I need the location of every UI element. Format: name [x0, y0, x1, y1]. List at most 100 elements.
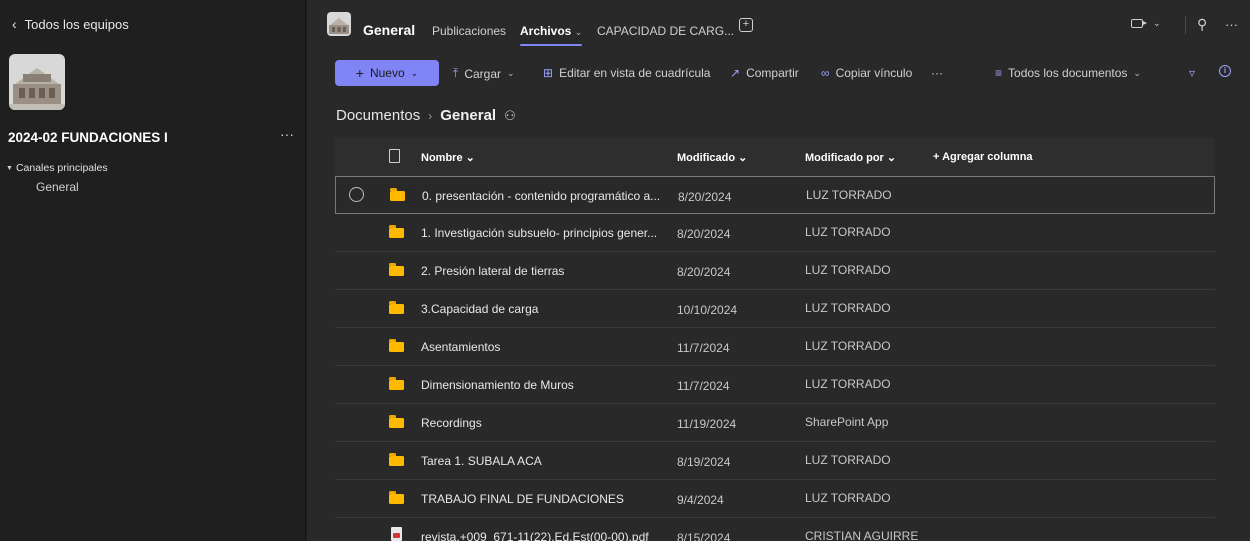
- breadcrumb: Documentos › General ⚇: [336, 107, 516, 124]
- back-label: Todos los equipos: [24, 16, 129, 32]
- table-row[interactable]: revista,+009_671-11(22).Ed.Est(00-00).pd…: [335, 518, 1215, 541]
- modified-by[interactable]: SharePoint App: [805, 415, 888, 429]
- modified-date: 8/20/2024: [678, 190, 732, 204]
- edit-grid-view-button[interactable]: ⊞ Editar en vista de cuadrícula: [543, 66, 710, 80]
- chevron-down-icon: ⌄: [574, 27, 583, 37]
- breadcrumb-root[interactable]: Documentos: [336, 107, 420, 124]
- file-name[interactable]: 3.Capacidad de carga: [421, 302, 666, 316]
- info-icon[interactable]: i: [1219, 65, 1231, 77]
- breadcrumb-current: General: [440, 107, 497, 124]
- share-button[interactable]: ↗ Compartir: [730, 66, 799, 80]
- teams-window: ‹ Todos los equipos 2024-02 FUNDACIONES …: [0, 0, 1250, 541]
- modified-by[interactable]: LUZ TORRADO: [805, 491, 891, 505]
- modified-date: 11/7/2024: [677, 341, 730, 355]
- table-row[interactable]: Asentamientos 11/7/2024 LUZ TORRADO: [335, 328, 1215, 366]
- modified-date: 9/4/2024: [677, 493, 724, 507]
- file-name[interactable]: Recordings: [421, 416, 666, 430]
- list-icon: ≡: [995, 66, 1003, 80]
- file-name[interactable]: 2. Presión lateral de tierras: [421, 264, 666, 278]
- pdf-file-icon: [391, 527, 402, 541]
- main-content: General Publicaciones Archivos ⌄ CAPACID…: [307, 0, 1250, 541]
- new-button-label: Nuevo: [369, 66, 405, 80]
- sidebar-item-general[interactable]: General: [36, 180, 79, 194]
- table-row[interactable]: TRABAJO FINAL DE FUNDACIONES 9/4/2024 LUZ …: [335, 480, 1215, 518]
- modified-by[interactable]: LUZ TORRADO: [805, 339, 891, 353]
- tab-capacidad-de-carga[interactable]: CAPACIDAD DE CARG...: [597, 24, 734, 38]
- modified-by[interactable]: LUZ TORRADO: [805, 453, 891, 467]
- add-column-button[interactable]: + Agregar columna: [933, 151, 1033, 163]
- file-name[interactable]: Dimensionamiento de Muros: [421, 378, 666, 392]
- table-row[interactable]: Dimensionamiento de Muros 11/7/2024 LUZ TO…: [335, 366, 1215, 404]
- table-row[interactable]: Recordings 11/19/2024 SharePoint App: [335, 404, 1215, 442]
- chevron-down-icon: ⌄: [507, 68, 515, 78]
- row-select-radio[interactable]: [349, 187, 364, 202]
- channel-title: General: [363, 22, 416, 38]
- chevron-down-icon: ⌄: [1133, 67, 1141, 78]
- view-selector[interactable]: ≡ Todos los documentos ⌄: [995, 66, 1141, 80]
- file-name[interactable]: 0. presentación - contenido programático…: [422, 189, 667, 203]
- table-row[interactable]: 2. Presión lateral de tierras 8/20/2024 LU…: [335, 252, 1215, 290]
- file-name[interactable]: Asentamientos: [421, 340, 666, 354]
- modified-date: 11/19/2024: [677, 417, 737, 431]
- video-camera-icon: [1131, 19, 1147, 28]
- team-more-options-button[interactable]: ···: [280, 126, 294, 142]
- modified-by[interactable]: LUZ TORRADO: [805, 377, 891, 391]
- table-row[interactable]: Tarea 1. SUBALA ACA 8/19/2024 LUZ TORRADO: [335, 442, 1215, 480]
- folder-icon: [389, 453, 404, 466]
- upload-icon: ⤒: [453, 66, 459, 80]
- modified-date: 10/10/2024: [677, 303, 738, 317]
- link-icon: ∞: [821, 66, 830, 80]
- share-icon: ↗: [730, 66, 741, 80]
- column-header-modified-by[interactable]: Modificado por ⌄: [805, 151, 896, 164]
- modified-by[interactable]: LUZ TORRADO: [805, 263, 891, 277]
- modified-by[interactable]: CRISTIAN AGUIRRE: [805, 529, 918, 541]
- folder-icon: [390, 188, 405, 201]
- table-header: Nombre ⌄ Modificado ⌄ Modificado por ⌄ +…: [335, 138, 1215, 176]
- upload-button[interactable]: ⤒ Cargar ⌄: [453, 66, 515, 81]
- tab-publicaciones[interactable]: Publicaciones: [432, 24, 506, 38]
- table-row[interactable]: 1. Investigación subsuelo- principios ge…: [335, 214, 1215, 252]
- modified-date: 8/19/2024: [677, 455, 731, 469]
- filter-icon[interactable]: ▿: [1189, 66, 1195, 80]
- modified-by[interactable]: LUZ TORRADO: [806, 188, 892, 202]
- file-name[interactable]: 1. Investigación subsuelo- principios ge…: [421, 226, 666, 240]
- modified-by[interactable]: LUZ TORRADO: [805, 301, 891, 315]
- modified-date: 8/20/2024: [677, 227, 731, 241]
- channels-header-label: Canales principales: [15, 162, 108, 174]
- caret-down-icon: ▼: [6, 164, 13, 172]
- file-name[interactable]: TRABAJO FINAL DE FUNDACIONES: [421, 492, 666, 506]
- chevron-right-icon: ›: [428, 108, 433, 123]
- modified-by[interactable]: LUZ TORRADO: [805, 225, 891, 239]
- column-header-name[interactable]: Nombre ⌄: [421, 151, 475, 164]
- table-row[interactable]: 3.Capacidad de carga 10/10/2024 LUZ TORRAD…: [335, 290, 1215, 328]
- meet-now-button[interactable]: ⌄: [1131, 18, 1161, 29]
- team-avatar[interactable]: [9, 54, 65, 110]
- table-body: 0. presentación - contenido programático…: [335, 176, 1215, 541]
- add-tab-button[interactable]: +: [739, 18, 753, 32]
- header-more-button[interactable]: ···: [1225, 17, 1238, 32]
- tab-archivos-label: Archivos: [520, 24, 572, 38]
- file-name[interactable]: Tarea 1. SUBALA ACA: [421, 454, 666, 468]
- file-name[interactable]: revista,+009_671-11(22).Ed.Est(00-00).pd…: [421, 530, 666, 541]
- search-icon[interactable]: ⚲: [1197, 16, 1207, 33]
- column-header-modified[interactable]: Modificado ⌄: [677, 151, 747, 164]
- folder-icon: [389, 377, 404, 390]
- plus-icon: +: [355, 65, 364, 81]
- back-to-teams-button[interactable]: ‹ Todos los equipos: [12, 16, 129, 32]
- channels-section-header[interactable]: ▼ Canales principales: [6, 162, 108, 174]
- modified-date: 11/7/2024: [677, 379, 730, 393]
- new-button[interactable]: + Nuevo ⌄: [335, 60, 439, 86]
- toolbar-more-button[interactable]: ···: [931, 66, 943, 80]
- folder-icon: [389, 301, 404, 314]
- modified-date: 8/20/2024: [677, 265, 731, 279]
- folder-icon: [389, 339, 404, 352]
- copy-link-button[interactable]: ∞ Copiar vínculo: [821, 66, 912, 80]
- tab-archivos[interactable]: Archivos ⌄: [520, 24, 582, 38]
- file-type-icon[interactable]: [389, 149, 400, 163]
- team-sidebar: ‹ Todos los equipos 2024-02 FUNDACIONES …: [0, 0, 306, 541]
- table-row[interactable]: 0. presentación - contenido programático…: [335, 176, 1215, 214]
- team-name[interactable]: 2024-02 FUNDACIONES I: [8, 130, 168, 145]
- folder-icon: [389, 491, 404, 504]
- grid-icon: ⊞: [543, 66, 554, 80]
- people-icon[interactable]: ⚇: [504, 108, 516, 124]
